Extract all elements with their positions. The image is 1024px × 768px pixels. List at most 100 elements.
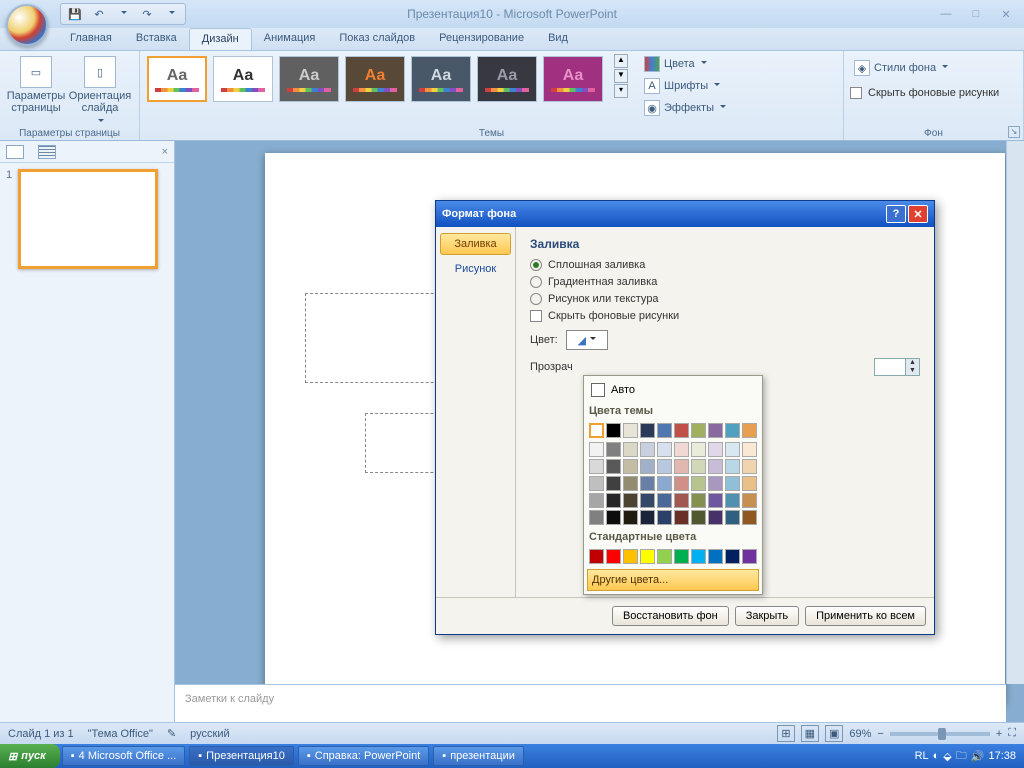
checkbox-hide-bg[interactable]: Скрыть фоновые рисунки bbox=[530, 310, 920, 322]
fit-window-icon[interactable]: ⛶ bbox=[1008, 727, 1016, 740]
slide-thumbnail-1[interactable] bbox=[18, 169, 158, 269]
bg-group-launcher[interactable]: ↘ bbox=[1008, 126, 1020, 138]
ribbon-tab-5[interactable]: Рецензирование bbox=[427, 28, 536, 50]
outline-tab-icon[interactable] bbox=[38, 145, 56, 159]
color-swatch[interactable] bbox=[674, 423, 689, 438]
color-swatch[interactable] bbox=[742, 459, 757, 474]
color-swatch[interactable] bbox=[623, 510, 638, 525]
color-swatch[interactable] bbox=[674, 493, 689, 508]
tray-icon[interactable]: ⬙ bbox=[943, 750, 951, 763]
themes-up[interactable]: ▲ bbox=[614, 54, 628, 68]
theme-thumb-2[interactable]: Aa bbox=[279, 56, 339, 102]
color-swatch[interactable] bbox=[606, 493, 621, 508]
start-button[interactable]: ⊞пуск bbox=[0, 744, 60, 768]
theme-colors-button[interactable]: Цвета bbox=[640, 54, 730, 74]
color-swatch[interactable] bbox=[708, 442, 723, 457]
dialog-titlebar[interactable]: Формат фона ? ✕ bbox=[436, 201, 934, 227]
qat-customize[interactable] bbox=[163, 6, 179, 22]
ribbon-tab-1[interactable]: Вставка bbox=[124, 28, 189, 50]
opacity-spinner[interactable]: ▲▼ bbox=[874, 358, 920, 376]
ribbon-tab-4[interactable]: Показ слайдов bbox=[327, 28, 427, 50]
color-swatch[interactable] bbox=[589, 423, 604, 438]
color-swatch[interactable] bbox=[623, 476, 638, 491]
color-swatch[interactable] bbox=[589, 510, 604, 525]
undo-icon[interactable]: ↶ bbox=[91, 6, 107, 22]
color-swatch[interactable] bbox=[691, 493, 706, 508]
color-swatch[interactable] bbox=[589, 442, 604, 457]
color-swatch[interactable] bbox=[623, 442, 638, 457]
dialog-close-button[interactable]: ✕ bbox=[908, 205, 928, 223]
color-swatch[interactable] bbox=[606, 476, 621, 491]
tray-lang[interactable]: RL bbox=[915, 750, 929, 762]
save-icon[interactable]: 💾 bbox=[67, 6, 83, 22]
tray-clock[interactable]: 17:38 bbox=[988, 750, 1016, 762]
color-dropdown-button[interactable]: ◢ bbox=[566, 330, 608, 350]
color-swatch[interactable] bbox=[708, 423, 723, 438]
color-swatch[interactable] bbox=[708, 510, 723, 525]
color-auto-option[interactable]: Авто bbox=[587, 379, 759, 401]
radio-solid-fill[interactable]: Сплошная заливка bbox=[530, 259, 920, 271]
color-swatch[interactable] bbox=[623, 493, 638, 508]
color-swatch[interactable] bbox=[742, 476, 757, 491]
color-swatch[interactable] bbox=[708, 476, 723, 491]
radio-gradient-fill[interactable]: Градиентная заливка bbox=[530, 276, 920, 288]
color-swatch[interactable] bbox=[742, 493, 757, 508]
spin-up[interactable]: ▲ bbox=[905, 359, 919, 367]
color-swatch[interactable] bbox=[691, 549, 706, 564]
themes-down[interactable]: ▼ bbox=[614, 69, 628, 83]
view-normal-icon[interactable]: ⊞ bbox=[777, 725, 794, 742]
spellcheck-icon[interactable]: ✎ bbox=[167, 727, 176, 740]
color-swatch[interactable] bbox=[725, 459, 740, 474]
sidebar-tab-fill[interactable]: Заливка bbox=[440, 233, 511, 255]
radio-picture-fill[interactable]: Рисунок или текстура bbox=[530, 293, 920, 305]
color-swatch[interactable] bbox=[708, 493, 723, 508]
maximize-button[interactable]: □ bbox=[964, 5, 988, 23]
redo-icon[interactable]: ↷ bbox=[139, 6, 155, 22]
color-swatch[interactable] bbox=[606, 459, 621, 474]
color-swatch[interactable] bbox=[640, 423, 655, 438]
minimize-button[interactable]: — bbox=[934, 5, 958, 23]
color-swatch[interactable] bbox=[640, 493, 655, 508]
color-swatch[interactable] bbox=[640, 476, 655, 491]
zoom-value[interactable]: 69% bbox=[849, 728, 871, 740]
color-swatch[interactable] bbox=[708, 459, 723, 474]
theme-thumb-4[interactable]: Aa bbox=[411, 56, 471, 102]
color-swatch[interactable] bbox=[606, 549, 621, 564]
color-swatch[interactable] bbox=[691, 459, 706, 474]
office-button[interactable] bbox=[6, 4, 48, 46]
color-swatch[interactable] bbox=[640, 459, 655, 474]
notes-pane[interactable]: Заметки к слайду bbox=[175, 684, 1006, 722]
color-swatch[interactable] bbox=[640, 510, 655, 525]
color-swatch[interactable] bbox=[674, 549, 689, 564]
close-button[interactable]: ✕ bbox=[994, 5, 1018, 23]
color-swatch[interactable] bbox=[742, 549, 757, 564]
taskbar-item-0[interactable]: ▪4 Microsoft Office ... bbox=[62, 746, 186, 766]
color-swatch[interactable] bbox=[725, 510, 740, 525]
color-swatch[interactable] bbox=[657, 510, 672, 525]
sidebar-tab-picture[interactable]: Рисунок bbox=[440, 259, 511, 279]
theme-thumb-0[interactable]: Aa bbox=[147, 56, 207, 102]
color-swatch[interactable] bbox=[708, 549, 723, 564]
color-swatch[interactable] bbox=[742, 510, 757, 525]
color-swatch[interactable] bbox=[674, 459, 689, 474]
ribbon-tab-3[interactable]: Анимация bbox=[252, 28, 328, 50]
color-swatch[interactable] bbox=[657, 476, 672, 491]
color-swatch[interactable] bbox=[725, 423, 740, 438]
color-swatch[interactable] bbox=[691, 510, 706, 525]
view-slideshow-icon[interactable]: ▣ bbox=[825, 725, 843, 742]
color-swatch[interactable] bbox=[589, 476, 604, 491]
hide-bg-graphics-check[interactable]: Скрыть фоновые рисунки bbox=[850, 87, 999, 99]
color-swatch[interactable] bbox=[674, 510, 689, 525]
color-swatch[interactable] bbox=[674, 442, 689, 457]
themes-more[interactable]: ▾ bbox=[614, 84, 628, 98]
color-swatch[interactable] bbox=[742, 442, 757, 457]
tray-icon[interactable]: ◐ bbox=[933, 750, 940, 762]
slides-tab-icon[interactable] bbox=[6, 145, 24, 159]
color-swatch[interactable] bbox=[606, 510, 621, 525]
zoom-in-button[interactable]: + bbox=[996, 728, 1002, 740]
color-swatch[interactable] bbox=[606, 423, 621, 438]
color-swatch[interactable] bbox=[657, 423, 672, 438]
color-swatch[interactable] bbox=[691, 442, 706, 457]
color-swatch[interactable] bbox=[657, 549, 672, 564]
dialog-help-button[interactable]: ? bbox=[886, 205, 906, 223]
